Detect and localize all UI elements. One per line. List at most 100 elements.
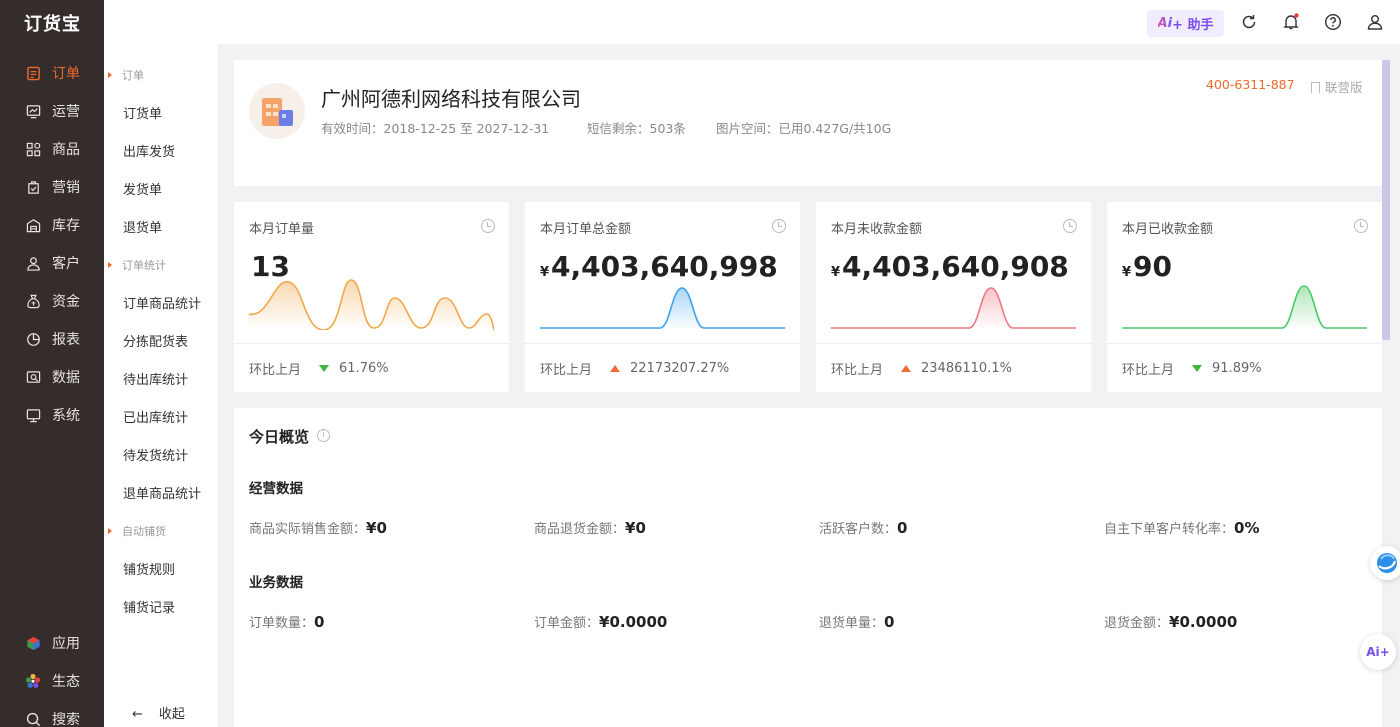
subnav-item-order-sheet[interactable]: 订货单	[123, 103, 162, 122]
nav-item-order[interactable]: 订单	[0, 54, 104, 92]
subnav-item-return-note[interactable]: 退货单	[123, 217, 162, 236]
image-storage: 图片空间：已用0.427G/共10G	[716, 121, 892, 136]
ai-assistant-button[interactable]: Ai + 助手	[1147, 10, 1224, 37]
marketing-icon	[25, 179, 41, 195]
nav-item-label: 资金	[52, 294, 80, 310]
caret-right-icon	[108, 262, 112, 268]
subnav-item-distribution-rules[interactable]: 铺货规则	[123, 559, 175, 578]
validity-period: 有效时间：2018-12-25 至 2027-12-31	[321, 121, 550, 136]
nav-item-label: 生态	[52, 674, 80, 690]
help-icon[interactable]	[1324, 13, 1342, 31]
stat-return-total: 退货金额：¥0.0000	[1104, 613, 1238, 631]
trend-down-icon	[1192, 365, 1203, 372]
nav-item-operation[interactable]: 运营	[0, 92, 104, 130]
subnav-item-done-outbound[interactable]: 已出库统计	[123, 407, 188, 426]
nav-item-ecology[interactable]: 生态	[0, 662, 104, 700]
trend-up-icon	[610, 365, 621, 372]
collapse-button[interactable]: ← 收起	[132, 703, 185, 722]
floating-ai-button[interactable]: Ai+	[1360, 634, 1396, 670]
nav-item-apps[interactable]: 应用	[0, 624, 104, 662]
order-icon	[25, 65, 41, 81]
company-name: 广州阿德利网络科技有限公司	[321, 87, 581, 111]
metric-card-monthly-order-amount: 本月订单总金额 ¥4,403,640,998 环比上月 22173207.27%	[525, 202, 800, 392]
nav-item-label: 报表	[52, 332, 80, 348]
warehouse-icon	[25, 217, 41, 233]
metric-card-monthly-orders: 本月订单量 13 环比上月 61.76%	[234, 202, 509, 392]
subnav-item-order-goods-stats[interactable]: 订单商品统计	[123, 293, 201, 312]
nav-item-system[interactable]: 系统	[0, 396, 104, 434]
clock-icon[interactable]	[481, 219, 495, 233]
company-avatar	[249, 83, 305, 139]
nav-item-money[interactable]: 资金	[0, 282, 104, 320]
sms-remaining: 短信剩余：503条	[587, 121, 686, 136]
card-comparison: 环比上月 91.89%	[1122, 361, 1262, 378]
subnav-item-picking-sheet[interactable]: 分拣配货表	[123, 331, 188, 350]
info-icon[interactable]: i	[317, 429, 330, 442]
stat-return-amount: 商品退货金额：¥0	[534, 519, 646, 537]
goods-icon	[25, 141, 41, 157]
bell-icon[interactable]	[1282, 13, 1300, 31]
subnav-item-pending-outbound[interactable]: 待出库统计	[123, 369, 188, 388]
nav-item-warehouse[interactable]: 库存	[0, 206, 104, 244]
subnav-section-auto-distribution[interactable]: 自动铺货	[108, 523, 166, 539]
app-logo[interactable]: 订货宝	[24, 10, 81, 36]
overview-title: 今日概览	[249, 428, 310, 446]
nav-item-label: 商品	[52, 142, 80, 158]
card-title: 本月未收款金额	[831, 222, 923, 237]
subnav-item-pending-delivery[interactable]: 待发货统计	[123, 445, 188, 464]
customer-icon	[25, 255, 41, 271]
scrollbar-thumb[interactable]	[1382, 60, 1390, 340]
card-comparison: 环比上月 23486110.1%	[831, 361, 1012, 378]
caret-right-icon	[108, 528, 112, 534]
money-bag-icon	[25, 293, 41, 309]
nav-item-label: 运营	[52, 104, 80, 120]
clock-icon[interactable]	[1063, 219, 1077, 233]
nav-item-search[interactable]: 搜索	[0, 700, 104, 727]
trend-up-icon	[901, 365, 912, 372]
floating-chat-button[interactable]	[1370, 546, 1400, 580]
search-icon	[25, 711, 41, 727]
user-icon[interactable]	[1366, 13, 1384, 31]
subnav-section-order[interactable]: 订单	[108, 67, 144, 83]
nav-item-label: 库存	[52, 218, 80, 234]
nav-item-data[interactable]: 数据	[0, 358, 104, 396]
clock-icon[interactable]	[772, 219, 786, 233]
sparkline-chart	[249, 279, 494, 330]
chat-swirl-icon	[1377, 553, 1397, 573]
subnav-item-delivery-note[interactable]: 发货单	[123, 179, 162, 198]
card-divider	[816, 343, 1091, 344]
edition-badge: 联营版	[1311, 77, 1363, 96]
sparkline-chart	[831, 287, 1076, 330]
data-icon	[25, 369, 41, 385]
stat-conversion-rate: 自主下单客户转化率：0%	[1104, 519, 1260, 537]
sparkline-chart	[540, 287, 785, 330]
nav-item-label: 应用	[52, 636, 80, 652]
stat-return-count: 退货单量：0	[819, 613, 895, 631]
card-divider	[525, 343, 800, 344]
bookmark-icon	[1311, 82, 1320, 93]
refresh-icon[interactable]	[1240, 13, 1258, 31]
nav-item-label: 客户	[52, 256, 80, 272]
nav-item-customer[interactable]: 客户	[0, 244, 104, 282]
subnav-item-distribution-records[interactable]: 铺货记录	[123, 597, 175, 616]
pie-chart-icon	[25, 331, 41, 347]
operations-data-heading: 业务数据	[249, 575, 303, 591]
nav-item-marketing[interactable]: 营销	[0, 168, 104, 206]
service-phone[interactable]: 400-6311-887	[1206, 77, 1295, 92]
nav-item-goods[interactable]: 商品	[0, 130, 104, 168]
nav-item-report[interactable]: 报表	[0, 320, 104, 358]
subnav-item-return-goods-stats[interactable]: 退单商品统计	[123, 483, 201, 502]
ai-logo-icon: Ai	[1157, 16, 1173, 31]
subnav-section-order-stats[interactable]: 订单统计	[108, 257, 166, 273]
clock-icon[interactable]	[1354, 219, 1368, 233]
nav-item-label: 数据	[52, 370, 80, 386]
subnav-item-outbound[interactable]: 出库发货	[123, 141, 175, 160]
nav-item-label: 订单	[52, 66, 80, 82]
arrow-left-icon: ←	[132, 707, 143, 722]
nav-item-label: 营销	[52, 180, 80, 196]
trend-down-icon	[319, 365, 330, 372]
app-cube-icon	[25, 635, 41, 651]
sparkline-chart	[1122, 285, 1367, 330]
ecology-flower-icon	[25, 673, 41, 689]
business-data-heading: 经营数据	[249, 481, 303, 497]
